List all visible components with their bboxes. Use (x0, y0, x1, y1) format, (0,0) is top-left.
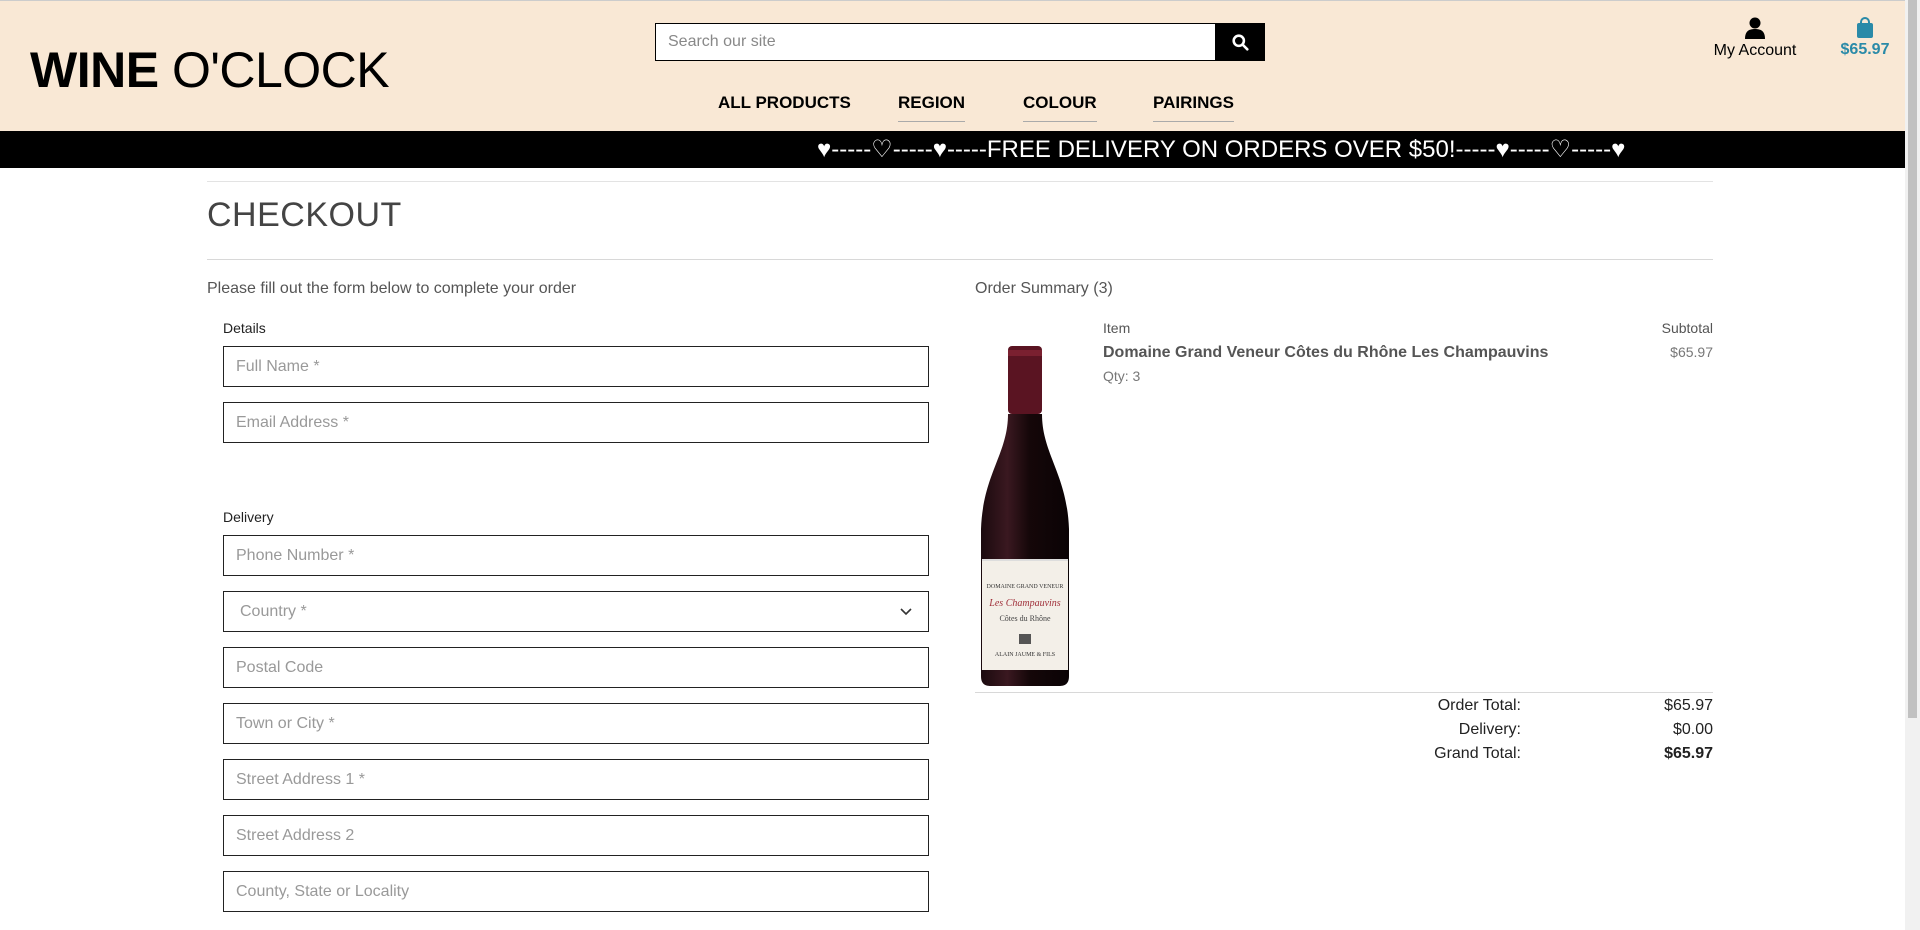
divider (975, 692, 1713, 693)
bottle-label-line-3: Côtes du Rhône (999, 614, 1051, 623)
bag-total: $65.97 (1840, 41, 1890, 58)
full-name-field[interactable] (223, 346, 929, 387)
product-subtotal: $65.97 (1670, 344, 1713, 360)
delivery-value: $0.00 (1672, 721, 1713, 738)
scrollbar-thumb[interactable] (1908, 0, 1917, 718)
county-field[interactable] (223, 871, 929, 912)
product-quantity: Qty: 3 (1103, 368, 1141, 384)
shopping-bag-icon (1857, 17, 1873, 38)
divider (207, 181, 1713, 182)
town-city-field[interactable] (223, 703, 929, 744)
nav-all-products[interactable]: ALL PRODUCTS (718, 91, 851, 121)
logo-text: O'CLOCK (158, 42, 390, 98)
bottle-label-line-1: DOMAINE GRAND VENEUR (987, 584, 1064, 590)
bottle-label-line-4: ALAIN JAUME & FILS (995, 652, 1055, 658)
site-logo[interactable]: WINE O'CLOCK (30, 41, 390, 99)
country-select-value: Country * (240, 602, 307, 620)
street-address-2-field[interactable] (223, 815, 929, 856)
phone-field[interactable] (223, 535, 929, 576)
my-account-label: My Account (1713, 42, 1797, 59)
postal-code-field[interactable] (223, 647, 929, 688)
delivery-banner-text: ♥-----♡-----♥-----FREE DELIVERY ON ORDER… (817, 136, 1626, 163)
delivery-banner: ♥-----♡-----♥-----FREE DELIVERY ON ORDER… (0, 131, 1905, 168)
page-title: CHECKOUT (207, 196, 402, 234)
item-column-header: Item (1103, 320, 1131, 336)
order-total-value: $65.97 (1664, 697, 1713, 714)
order-total-label: Order Total: (1437, 697, 1521, 714)
search-input[interactable] (655, 23, 1215, 61)
nav-colour[interactable]: COLOUR (1023, 91, 1097, 122)
nav-region[interactable]: REGION (898, 91, 966, 122)
search-button[interactable] (1215, 23, 1265, 61)
site-header: WINE O'CLOCK ALL PRODUCTS REGION COLOUR … (0, 0, 1905, 131)
email-field[interactable] (223, 402, 929, 443)
search-icon (1231, 33, 1249, 51)
chevron-down-icon (900, 607, 912, 615)
divider (207, 259, 1713, 260)
nav-pairings[interactable]: PAIRINGS (1153, 91, 1234, 122)
form-intro-text: Please fill out the form below to comple… (207, 280, 577, 297)
search-form (655, 23, 1265, 61)
my-account-link[interactable]: My Account (1710, 17, 1800, 60)
delivery-label: Delivery: (1458, 721, 1521, 738)
grand-total-label: Grand Total: (1434, 745, 1521, 762)
subtotal-column-header: Subtotal (1661, 320, 1713, 336)
bottle-label-line-2: Les Champauvins (988, 598, 1061, 609)
delivery-section-label: Delivery (223, 509, 274, 525)
grand-total-value: $65.97 (1664, 745, 1713, 762)
shopping-bag-link[interactable]: $65.97 (1835, 17, 1895, 59)
user-icon (1745, 17, 1765, 39)
country-select[interactable]: Country * (223, 591, 929, 632)
details-section-label: Details (223, 320, 266, 336)
street-address-1-field[interactable] (223, 759, 929, 800)
product-image[interactable]: DOMAINE GRAND VENEUR Les Champauvins Côt… (975, 344, 1075, 688)
order-summary-title: Order Summary (3) (975, 280, 1113, 297)
logo-bold-text: WINE (30, 42, 159, 98)
product-name: Domaine Grand Veneur Côtes du Rhône Les … (1103, 344, 1549, 361)
